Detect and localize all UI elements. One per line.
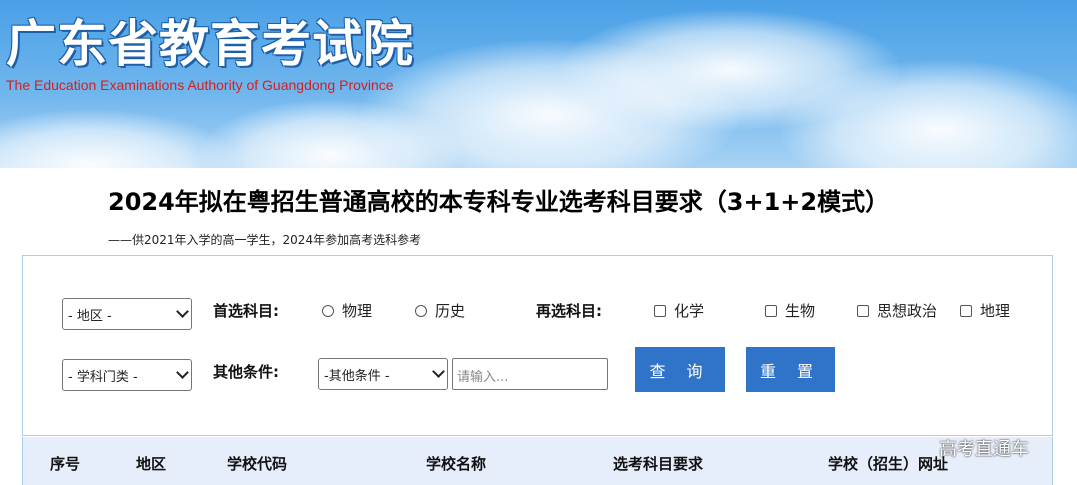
category-select[interactable]: - 学科门类 - (62, 359, 192, 391)
other-conditions-select-value: -其他条件 - (324, 369, 390, 384)
search-input[interactable]: 请输入... (452, 358, 608, 390)
query-button[interactable]: 查 询 (635, 347, 725, 392)
radio-icon[interactable] (415, 304, 427, 317)
column-header-region: 地区 (136, 455, 167, 473)
watermark: 高考直通车 (939, 439, 1029, 460)
search-input-placeholder: 请输入... (457, 370, 509, 385)
site-name: 广东省教育考试院 (6, 15, 414, 73)
other-conditions-select[interactable]: -其他条件 - (318, 358, 448, 390)
checkbox-icon[interactable] (857, 304, 869, 317)
filter-panel (22, 255, 1053, 436)
site-name-english: The Education Examinations Authority of … (6, 77, 394, 93)
radio-icon[interactable] (322, 304, 334, 317)
column-header-school-website: 学校（招生）网址 (828, 455, 949, 473)
column-header-subject-requirements: 选考科目要求 (613, 455, 704, 473)
checkbox-chemistry[interactable]: 化学 (654, 300, 704, 321)
column-header-school-code: 学校代码 (227, 455, 288, 473)
radio-physics-label: 物理 (342, 302, 373, 320)
checkbox-biology-label: 生物 (785, 302, 816, 320)
radio-physics[interactable]: 物理 (322, 300, 372, 321)
checkbox-icon[interactable] (960, 304, 972, 317)
radio-history[interactable]: 历史 (415, 300, 465, 321)
first-subject-label: 首选科目: (213, 302, 279, 320)
chevron-down-icon (432, 365, 445, 378)
region-select-value: - 地区 - (68, 309, 112, 324)
column-header-index: 序号 (50, 455, 81, 473)
other-conditions-label: 其他条件: (213, 363, 279, 381)
chevron-down-icon (176, 305, 189, 318)
region-select[interactable]: - 地区 - (62, 298, 192, 330)
checkbox-chemistry-label: 化学 (674, 302, 705, 320)
second-subject-label: 再选科目: (536, 302, 602, 320)
checkbox-geography-label: 地理 (980, 302, 1011, 320)
checkbox-geography[interactable]: 地理 (960, 300, 1010, 321)
category-select-value: - 学科门类 - (68, 370, 138, 385)
reset-button[interactable]: 重 置 (746, 347, 835, 392)
radio-history-label: 历史 (435, 302, 466, 320)
results-table-header: 序号 地区 学校代码 学校名称 选考科目要求 学校（招生）网址 (22, 437, 1053, 485)
checkbox-politics-label: 思想政治 (877, 302, 938, 320)
page-subtitle: ——供2021年入学的高一学生，2024年参加高考选科参考 (108, 233, 422, 247)
chevron-down-icon (176, 366, 189, 379)
checkbox-icon[interactable] (765, 304, 777, 317)
column-header-school-name: 学校名称 (426, 455, 487, 473)
page-title: 2024年拟在粤招生普通高校的本专科专业选考科目要求（3+1+2模式） (108, 188, 890, 216)
site-banner: 广东省教育考试院 The Education Examinations Auth… (0, 0, 1077, 168)
checkbox-icon[interactable] (654, 304, 666, 317)
checkbox-politics[interactable]: 思想政治 (857, 300, 937, 321)
checkbox-biology[interactable]: 生物 (765, 300, 815, 321)
